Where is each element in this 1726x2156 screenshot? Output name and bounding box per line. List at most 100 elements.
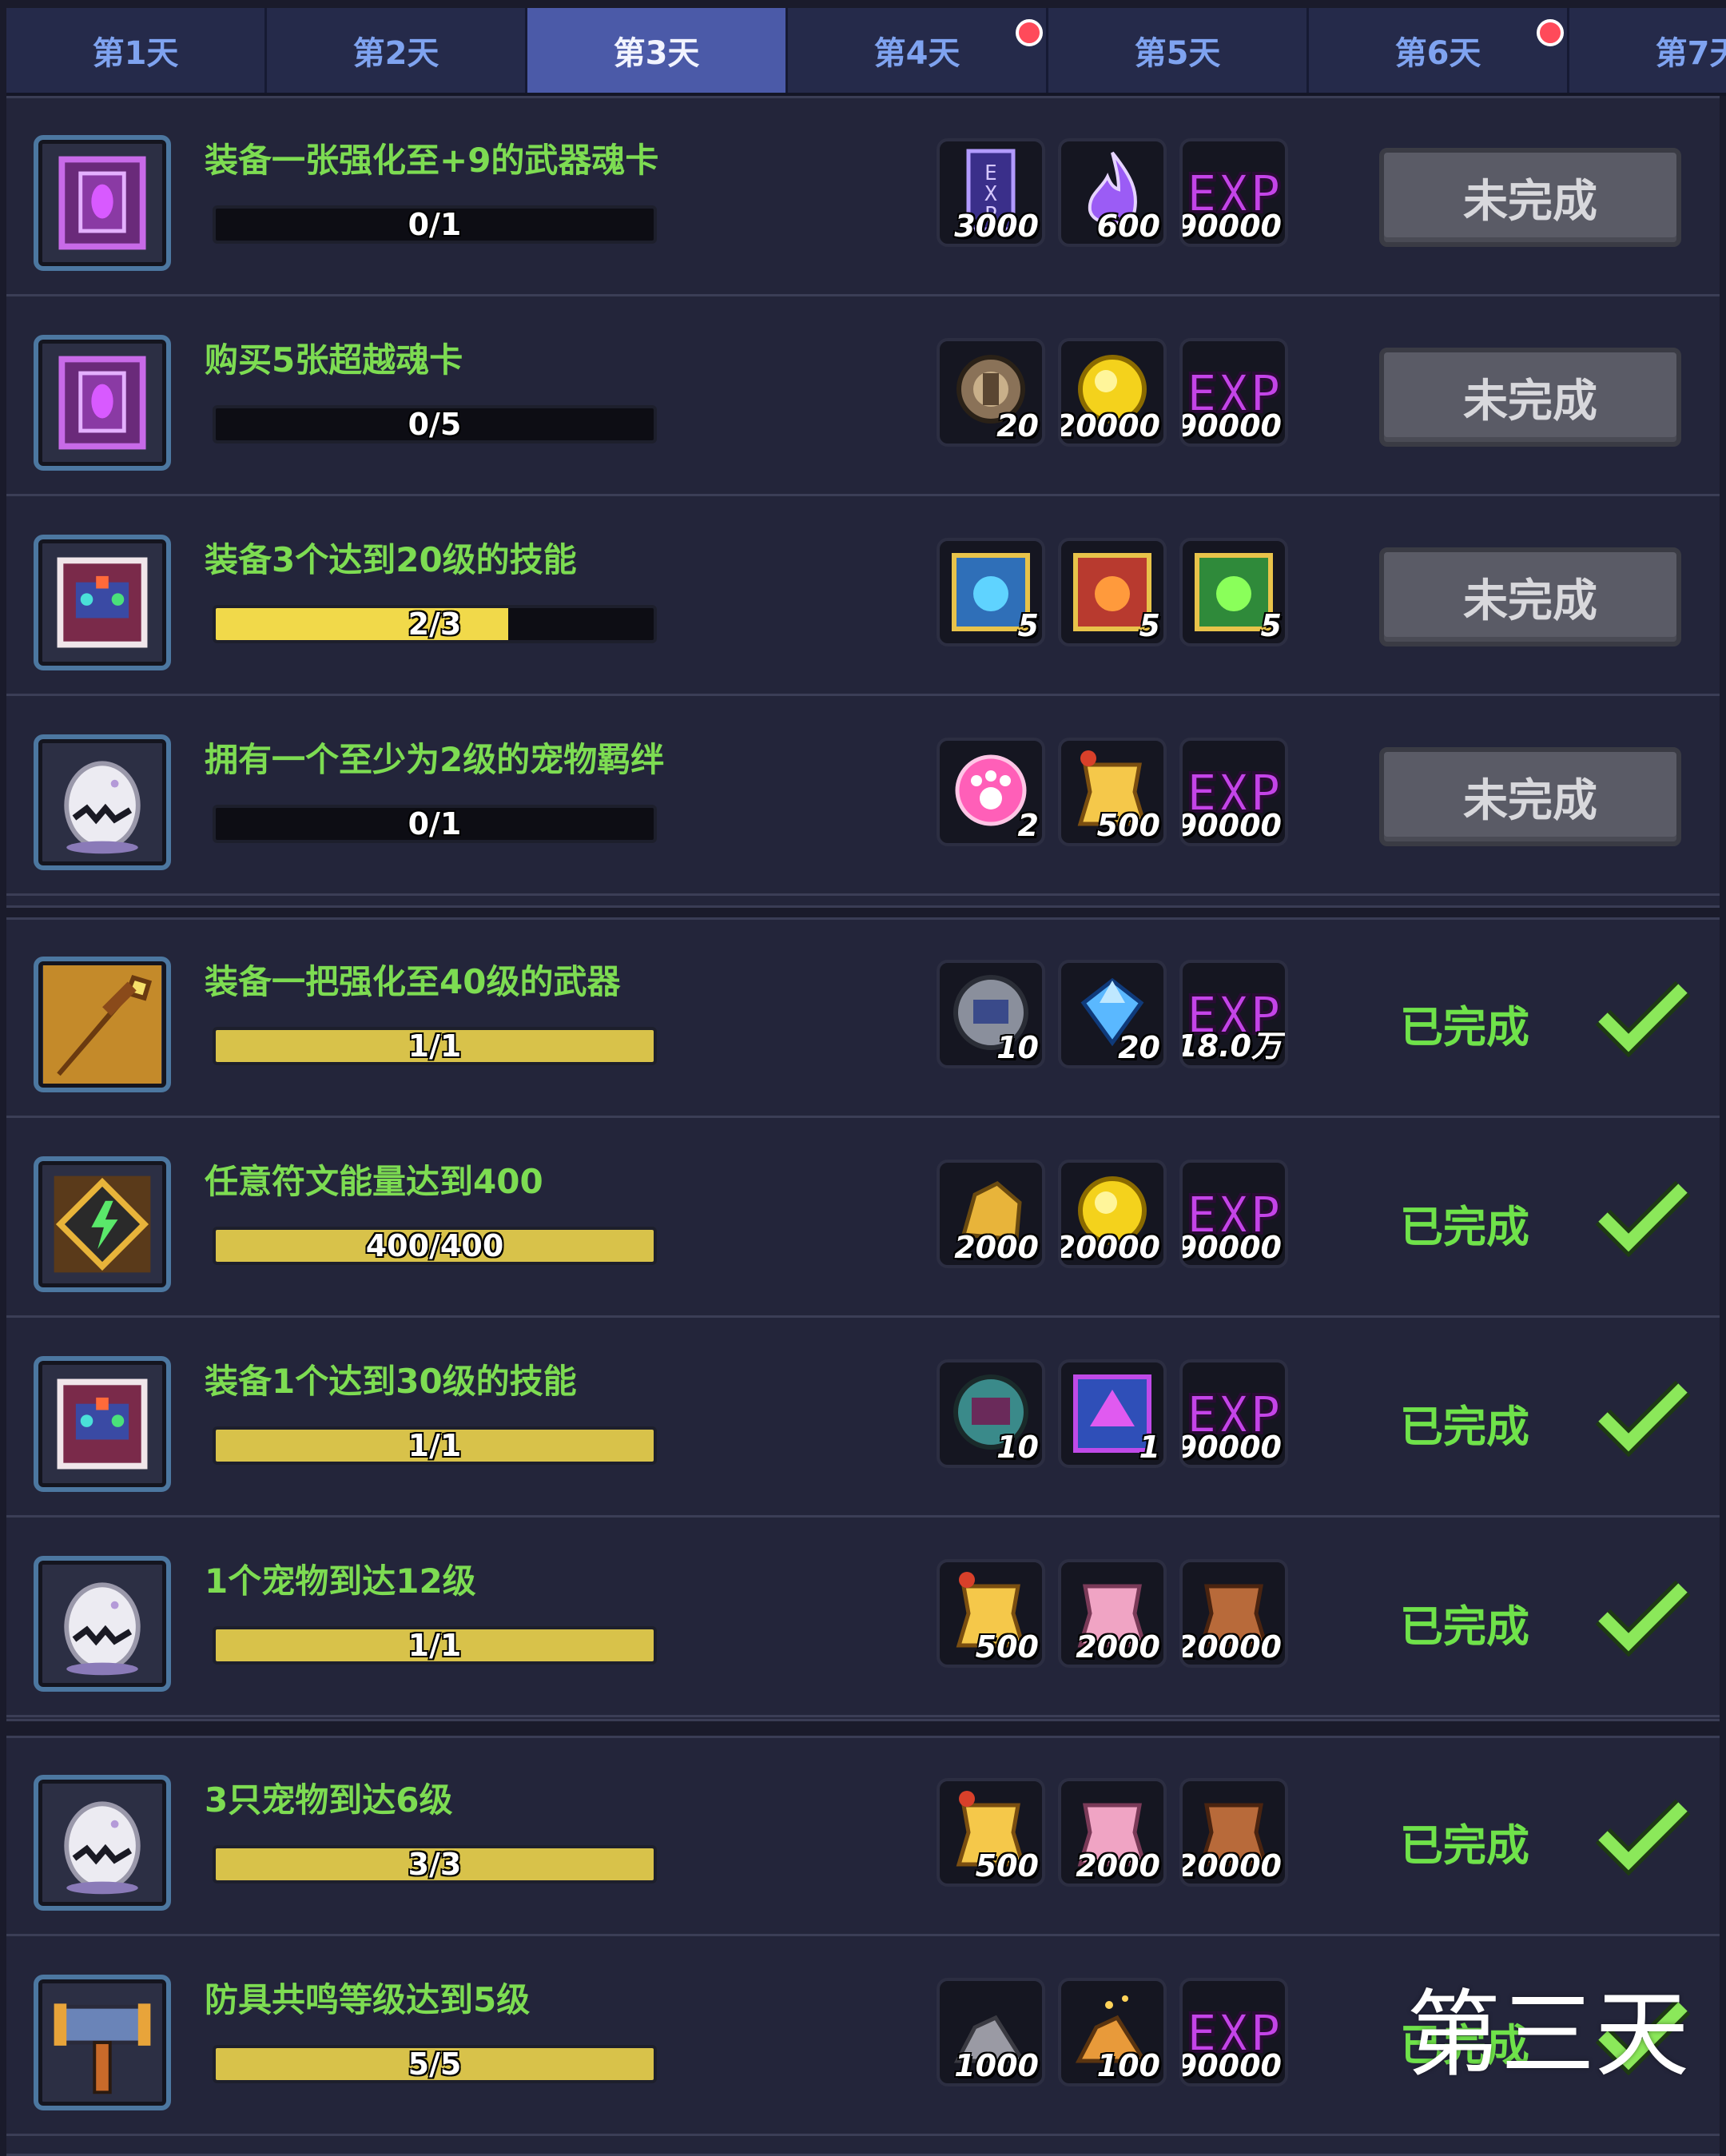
task-title: 购买5张超越魂卡	[205, 340, 463, 380]
reward-count: 10	[996, 1430, 1039, 1465]
reward-gold-coin-icon[interactable]: 20000	[1058, 1160, 1167, 1268]
reward-bronze-coin-icon[interactable]: 20	[937, 338, 1045, 447]
reward-pink-pet-food-icon[interactable]: 2000	[1058, 1559, 1167, 1668]
reward-red-skill-chest-icon[interactable]: 5	[1058, 538, 1167, 646]
reward-brown-pet-food-icon[interactable]: 20000	[1179, 1559, 1288, 1668]
golden-sword-icon	[34, 957, 171, 1092]
red-dot-badge-icon	[1537, 19, 1564, 46]
reward-robot-token-icon[interactable]: 10	[937, 960, 1045, 1068]
tab-label: 第1天	[92, 35, 179, 72]
task-row: 拥有一个至少为2级的宠物羁绊 0/1 2 500 EXP 90000 未完成	[6, 698, 1720, 896]
reward-iron-ore-icon[interactable]: 1000	[937, 1978, 1045, 2086]
pet-egg-icon	[34, 1556, 171, 1692]
reward-exp-icon[interactable]: EXP 90000	[1179, 1978, 1288, 2086]
tab-day-5[interactable]: 第5天	[1048, 8, 1309, 93]
task-progress-text: 1/1	[408, 1628, 462, 1663]
task-title: 装备3个达到20级的技能	[205, 540, 577, 579]
task-rewards: E X P 3000 600 EXP 90000	[937, 138, 1288, 247]
incomplete-button[interactable]: 未完成	[1379, 547, 1681, 646]
task-progress-bar: 0/1	[213, 205, 657, 244]
reward-gold-ore-icon[interactable]: 2000	[937, 1160, 1045, 1268]
tab-label: 第6天	[1394, 35, 1481, 72]
task-title: 装备一把强化至40级的武器	[205, 962, 621, 1001]
task-title: 防具共鸣等级达到5级	[205, 1980, 531, 2019]
reward-count: 500	[1096, 808, 1160, 843]
tab-label: 第4天	[873, 35, 960, 72]
reward-count: 10	[996, 1030, 1039, 1065]
reward-count: 90000	[1179, 808, 1282, 843]
tab-label: 第5天	[1134, 35, 1221, 72]
task-rewards: 20 20000 EXP 90000	[937, 338, 1288, 447]
reward-count: 5	[1017, 608, 1039, 643]
skill-book-icon	[34, 1356, 171, 1492]
task-progress-bar: 2/3	[213, 605, 657, 643]
reward-yellow-pet-food-icon[interactable]: 500	[937, 1778, 1045, 1887]
reward-count: 2000	[1076, 1629, 1160, 1665]
reward-exp-icon[interactable]: EXP 90000	[1179, 338, 1288, 447]
reward-purple-skill-chest-icon[interactable]: 1	[1058, 1359, 1167, 1468]
task-progress-text: 3/3	[408, 1847, 462, 1882]
reward-exp-icon[interactable]: EXP 90000	[1179, 1160, 1288, 1268]
tab-day-7[interactable]: 第7天	[1569, 8, 1726, 93]
reward-exp-icon[interactable]: EXP 18.0万	[1179, 960, 1288, 1068]
reward-exp-icon[interactable]: EXP 90000	[1179, 738, 1288, 846]
reward-count: 20	[996, 408, 1039, 444]
reward-count: 3000	[954, 209, 1039, 244]
reward-exp-icon[interactable]: EXP 90000	[1179, 138, 1288, 247]
reward-count: 20	[1118, 1030, 1160, 1065]
reward-yellow-pet-food-icon[interactable]: 500	[1058, 738, 1167, 846]
task-title: 拥有一个至少为2级的宠物羁绊	[205, 740, 665, 779]
reward-brown-pet-food-icon[interactable]: 20000	[1179, 1778, 1288, 1887]
checkmark-icon	[1595, 1577, 1691, 1657]
incomplete-button[interactable]: 未完成	[1379, 148, 1681, 247]
reward-count: 90000	[1179, 1430, 1282, 1465]
reward-purple-flame-icon[interactable]: 600	[1058, 138, 1167, 247]
reward-yellow-pet-food-icon[interactable]: 500	[937, 1559, 1045, 1668]
task-rewards: 2 500 EXP 90000	[937, 738, 1288, 846]
reward-blue-skill-chest-icon[interactable]: 5	[937, 538, 1045, 646]
tab-day-1[interactable]: 第1天	[6, 8, 267, 93]
reward-count: 500	[975, 1848, 1039, 1884]
watermark-text: 第三天	[1406, 1979, 1690, 2090]
reward-exp-icon[interactable]: EXP 90000	[1179, 1359, 1288, 1468]
reward-green-skill-chest-icon[interactable]: 5	[1179, 538, 1288, 646]
task-title: 1个宠物到达12级	[205, 1561, 476, 1601]
tab-day-6[interactable]: 第6天	[1309, 8, 1569, 93]
incomplete-button[interactable]: 未完成	[1379, 747, 1681, 846]
rune-icon	[34, 1156, 171, 1292]
reward-count: 90000	[1179, 209, 1282, 244]
task-progress-bar: 5/5	[213, 2045, 657, 2083]
pet-egg-icon	[34, 1775, 171, 1911]
tab-day-2[interactable]: 第2天	[267, 8, 527, 93]
task-title: 装备一张强化至+9的武器魂卡	[205, 141, 659, 180]
task-row: 装备一张强化至+9的武器魂卡 0/1 E X P 3000 600 EXP 90000 未完成	[6, 98, 1720, 296]
tab-day-4[interactable]: 第4天	[788, 8, 1048, 93]
reward-skill-token-icon[interactable]: 10	[937, 1359, 1045, 1468]
reward-count: 100	[1096, 2048, 1160, 2083]
task-title: 3只宠物到达6级	[205, 1780, 453, 1820]
task-row: 购买5张超越魂卡 0/5 20 20000 EXP 90000 未完成	[6, 298, 1720, 496]
task-progress-bar: 400/400	[213, 1227, 657, 1265]
task-rewards: 1000 100 EXP 90000	[937, 1978, 1288, 2086]
reward-pink-paw-icon[interactable]: 2	[937, 738, 1045, 846]
task-rewards: 10 1 EXP 90000	[937, 1359, 1288, 1468]
reward-orange-ore-icon[interactable]: 100	[1058, 1978, 1167, 2086]
task-rewards: 500 2000 20000	[937, 1559, 1288, 1668]
reward-count: 2000	[954, 1230, 1039, 1265]
day-tabs: 第1天 第2天 第3天 第4天 第5天 第6天 第7天	[6, 8, 1726, 96]
reward-gold-coin-icon[interactable]: 20000	[1058, 338, 1167, 447]
incomplete-button[interactable]: 未完成	[1379, 348, 1681, 447]
task-row: 3只宠物到达6级 3/3 500 2000 20000 已完成	[6, 1738, 1720, 1936]
task-title: 任意符文能量达到400	[205, 1162, 543, 1201]
tab-day-3[interactable]: 第3天	[527, 8, 788, 93]
task-progress-bar: 1/1	[213, 1426, 657, 1465]
reward-blue-gem-icon[interactable]: 20	[1058, 960, 1167, 1068]
purple-soul-card-icon	[34, 135, 171, 271]
reward-pink-pet-food-icon[interactable]: 2000	[1058, 1778, 1167, 1887]
reward-count: 18.0万	[1179, 1028, 1282, 1064]
reward-exp-book-icon[interactable]: E X P 3000	[937, 138, 1045, 247]
task-progress-bar: 0/1	[213, 805, 657, 843]
purple-soul-card-icon	[34, 335, 171, 471]
task-title: 装备1个达到30级的技能	[205, 1362, 577, 1401]
task-row: 装备3个达到20级的技能 2/3 5 5 5 未完成	[6, 498, 1720, 696]
